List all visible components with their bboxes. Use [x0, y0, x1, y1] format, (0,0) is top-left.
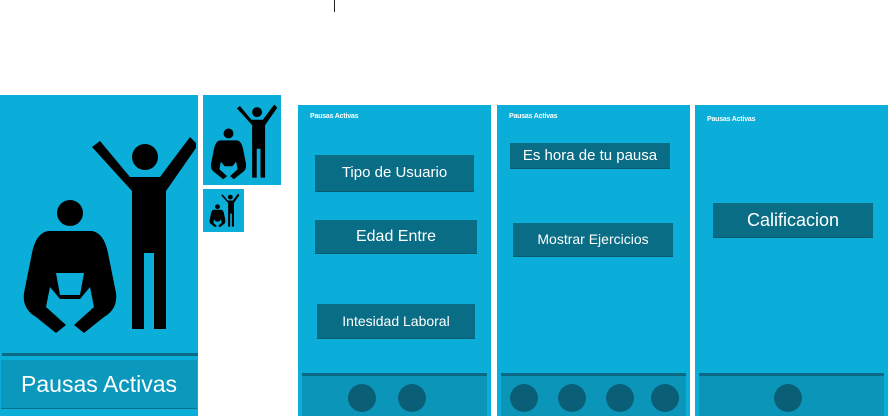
pause-time-button[interactable]: Es hora de tu pausa [510, 143, 670, 168]
text-cursor-line [334, 0, 335, 12]
app-icon-small [203, 189, 244, 232]
nav-button[interactable] [398, 384, 426, 412]
screen-app-title: Pausas Activas [707, 116, 756, 123]
bottom-nav-bar [699, 373, 884, 416]
screen-app-title: Pausas Activas [509, 113, 558, 120]
nav-button[interactable] [774, 384, 802, 412]
show-exercises-button[interactable]: Mostrar Ejercicios [513, 223, 673, 256]
screen-app-title: Pausas Activas [310, 113, 359, 120]
work-intensity-button[interactable]: Intesidad Laboral [317, 304, 475, 338]
bottom-nav-bar [501, 373, 686, 416]
rating-button[interactable]: Calificacion [713, 203, 873, 237]
bottom-nav-bar [302, 373, 487, 416]
exercise-figures-icon [210, 104, 278, 180]
exercise-figures-icon [23, 137, 196, 333]
age-range-button[interactable]: Edad Entre [315, 220, 477, 253]
screen-rating: Pausas Activas Calificacion [695, 105, 888, 416]
nav-button[interactable] [348, 384, 376, 412]
user-type-button[interactable]: Tipo de Usuario [315, 155, 474, 191]
nav-button[interactable] [510, 384, 538, 412]
app-icon-medium [203, 95, 281, 185]
exercise-figures-icon [209, 193, 240, 228]
splash-screen: Pausas Activas [0, 95, 198, 416]
screen-pause-reminder: Pausas Activas Es hora de tu pausa Mostr… [497, 105, 690, 416]
nav-button[interactable] [651, 384, 679, 412]
nav-button[interactable] [606, 384, 634, 412]
splash-divider [2, 353, 198, 356]
nav-button[interactable] [558, 384, 586, 412]
screen-user-profile: Pausas Activas Tipo de Usuario Edad Entr… [298, 105, 491, 416]
splash-title: Pausas Activas [1, 360, 197, 408]
